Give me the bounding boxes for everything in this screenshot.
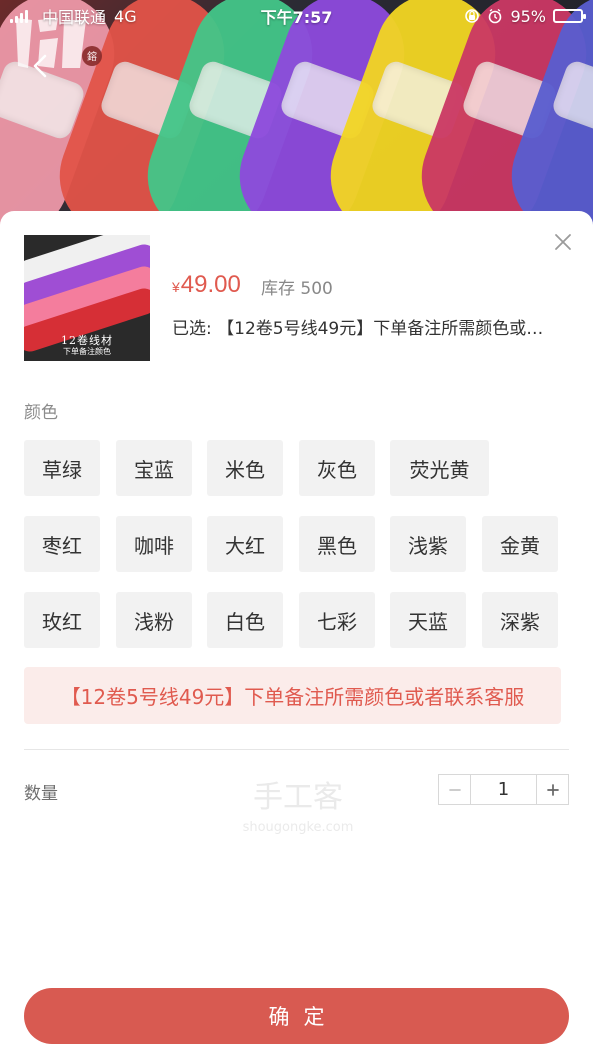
- color-section-label: 颜色: [24, 403, 58, 423]
- back-arrow-icon[interactable]: [31, 54, 49, 78]
- color-option-light-purple[interactable]: 浅紫: [390, 516, 466, 572]
- thumbnail-caption: 12卷线材 下单备注颜色: [24, 334, 150, 357]
- minus-icon: [448, 788, 461, 791]
- selected-variant-notice[interactable]: 【12卷5号线49元】下单备注所需颜色或者联系客服: [24, 667, 561, 724]
- price-value: 49.00: [180, 271, 241, 298]
- battery-percent: 95%: [510, 6, 546, 26]
- color-option-bright-red[interactable]: 大红: [207, 516, 283, 572]
- thumbnail-caption-subtitle: 下单备注颜色: [63, 347, 111, 357]
- product-thumbnail: 12卷线材 下单备注颜色: [24, 235, 150, 361]
- color-option-light-pink[interactable]: 浅粉: [116, 592, 192, 648]
- battery-icon: [553, 9, 586, 23]
- color-option-gray[interactable]: 灰色: [299, 440, 375, 496]
- status-right: 95%: [464, 6, 586, 26]
- color-option-jujube-red[interactable]: 枣红: [24, 516, 100, 572]
- alarm-clock-icon: [489, 8, 502, 24]
- color-option-golden-yellow[interactable]: 金黄: [482, 516, 558, 572]
- status-bar: 中国联通 4G 下午7:57 95%: [0, 0, 593, 32]
- product-price: ¥49.00: [172, 271, 241, 299]
- color-option-beige[interactable]: 米色: [207, 440, 283, 496]
- signal-strength-icon: [10, 9, 28, 23]
- sku-selector-sheet: 12卷线材 下单备注颜色 ¥49.00 库存 500 已选: 【12卷5号线49…: [0, 211, 593, 1055]
- color-option-royal-blue[interactable]: 宝蓝: [116, 440, 192, 496]
- quantity-label: 数量: [24, 784, 58, 804]
- svg-text:鎔: 鎔: [87, 50, 97, 63]
- price-currency: ¥: [172, 279, 180, 295]
- status-left: 中国联通 4G: [10, 4, 137, 28]
- quantity-stepper[interactable]: 1: [438, 774, 569, 805]
- color-option-rainbow[interactable]: 七彩: [299, 592, 375, 648]
- plus-icon: [546, 783, 559, 796]
- quantity-decrease-button[interactable]: [439, 775, 471, 804]
- color-option-dark-purple[interactable]: 深紫: [482, 592, 558, 648]
- close-icon[interactable]: [554, 233, 572, 251]
- status-time: 下午7:57: [260, 8, 333, 27]
- quantity-value[interactable]: 1: [471, 775, 536, 804]
- color-option-white[interactable]: 白色: [207, 592, 283, 648]
- confirm-button[interactable]: 确定: [24, 988, 569, 1044]
- selected-option-text: 已选: 【12卷5号线49元】下单备注所需颜色或者联系客服: [172, 319, 560, 339]
- color-option-black[interactable]: 黑色: [299, 516, 375, 572]
- quantity-increase-button[interactable]: [536, 775, 568, 804]
- carrier-name: 中国联通: [42, 8, 107, 27]
- network-type: 4G: [114, 6, 137, 26]
- color-option-sky-blue[interactable]: 天蓝: [390, 592, 466, 648]
- lock-rotation-icon: [465, 9, 480, 23]
- color-option-fluorescent-yellow[interactable]: 荧光黄: [390, 440, 489, 496]
- thumbnail-caption-title: 12卷线材: [61, 334, 113, 348]
- section-divider: [24, 749, 569, 750]
- color-option-grass-green[interactable]: 草绿: [24, 440, 100, 496]
- stock-count: 库存 500: [261, 279, 333, 299]
- color-option-rose-red[interactable]: 玫红: [24, 592, 100, 648]
- color-option-coffee[interactable]: 咖啡: [116, 516, 192, 572]
